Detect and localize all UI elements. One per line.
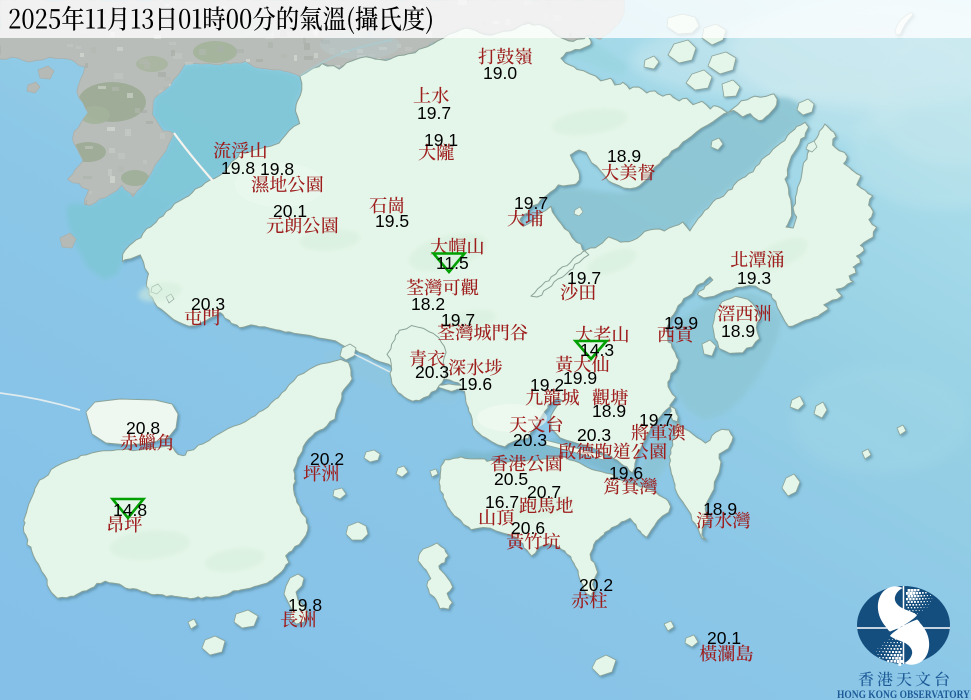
svg-text:20.3: 20.3 <box>577 425 611 445</box>
svg-text:18.9: 18.9 <box>607 146 641 166</box>
svg-text:20.3: 20.3 <box>191 294 225 314</box>
svg-text:20.2: 20.2 <box>310 449 344 469</box>
svg-text:19.9: 19.9 <box>664 313 698 333</box>
svg-text:18.9: 18.9 <box>592 401 626 421</box>
svg-text:19.7: 19.7 <box>417 103 451 123</box>
svg-text:14.3: 14.3 <box>580 340 614 360</box>
svg-text:19.7: 19.7 <box>639 410 673 430</box>
svg-text:19.5: 19.5 <box>375 211 409 231</box>
svg-text:14.8: 14.8 <box>113 500 147 520</box>
svg-text:HONG KONG OBSERVATORY: HONG KONG OBSERVATORY <box>837 687 970 700</box>
svg-text:19.6: 19.6 <box>458 374 492 394</box>
svg-text:20.3: 20.3 <box>415 362 449 382</box>
svg-text:19.8: 19.8 <box>288 595 322 615</box>
svg-text:18.2: 18.2 <box>411 294 445 314</box>
svg-text:20.1: 20.1 <box>273 201 307 221</box>
svg-text:11.5: 11.5 <box>436 253 469 273</box>
svg-text:16.7: 16.7 <box>485 492 519 512</box>
svg-text:20.3: 20.3 <box>513 430 547 450</box>
svg-text:20.5: 20.5 <box>494 469 528 489</box>
svg-text:19.7: 19.7 <box>567 268 601 288</box>
svg-text:20.8: 20.8 <box>126 418 160 438</box>
svg-text:20.7: 20.7 <box>527 482 561 502</box>
svg-text:20.1: 20.1 <box>707 628 741 648</box>
svg-text:20.6: 20.6 <box>511 518 545 538</box>
svg-text:18.9: 18.9 <box>703 499 737 519</box>
svg-text:20.2: 20.2 <box>579 575 613 595</box>
svg-text:19.9: 19.9 <box>563 368 597 388</box>
svg-text:19.2: 19.2 <box>530 375 564 395</box>
svg-text:19.3: 19.3 <box>737 268 771 288</box>
svg-text:18.9: 18.9 <box>721 321 755 341</box>
svg-text:19.1: 19.1 <box>424 130 458 150</box>
svg-text:19.0: 19.0 <box>483 63 517 83</box>
svg-text:19.6: 19.6 <box>609 463 643 483</box>
svg-text:19.8: 19.8 <box>260 159 294 179</box>
svg-text:19.8: 19.8 <box>221 158 255 178</box>
svg-text:19.7: 19.7 <box>514 193 548 213</box>
svg-text:19.7: 19.7 <box>441 310 475 330</box>
